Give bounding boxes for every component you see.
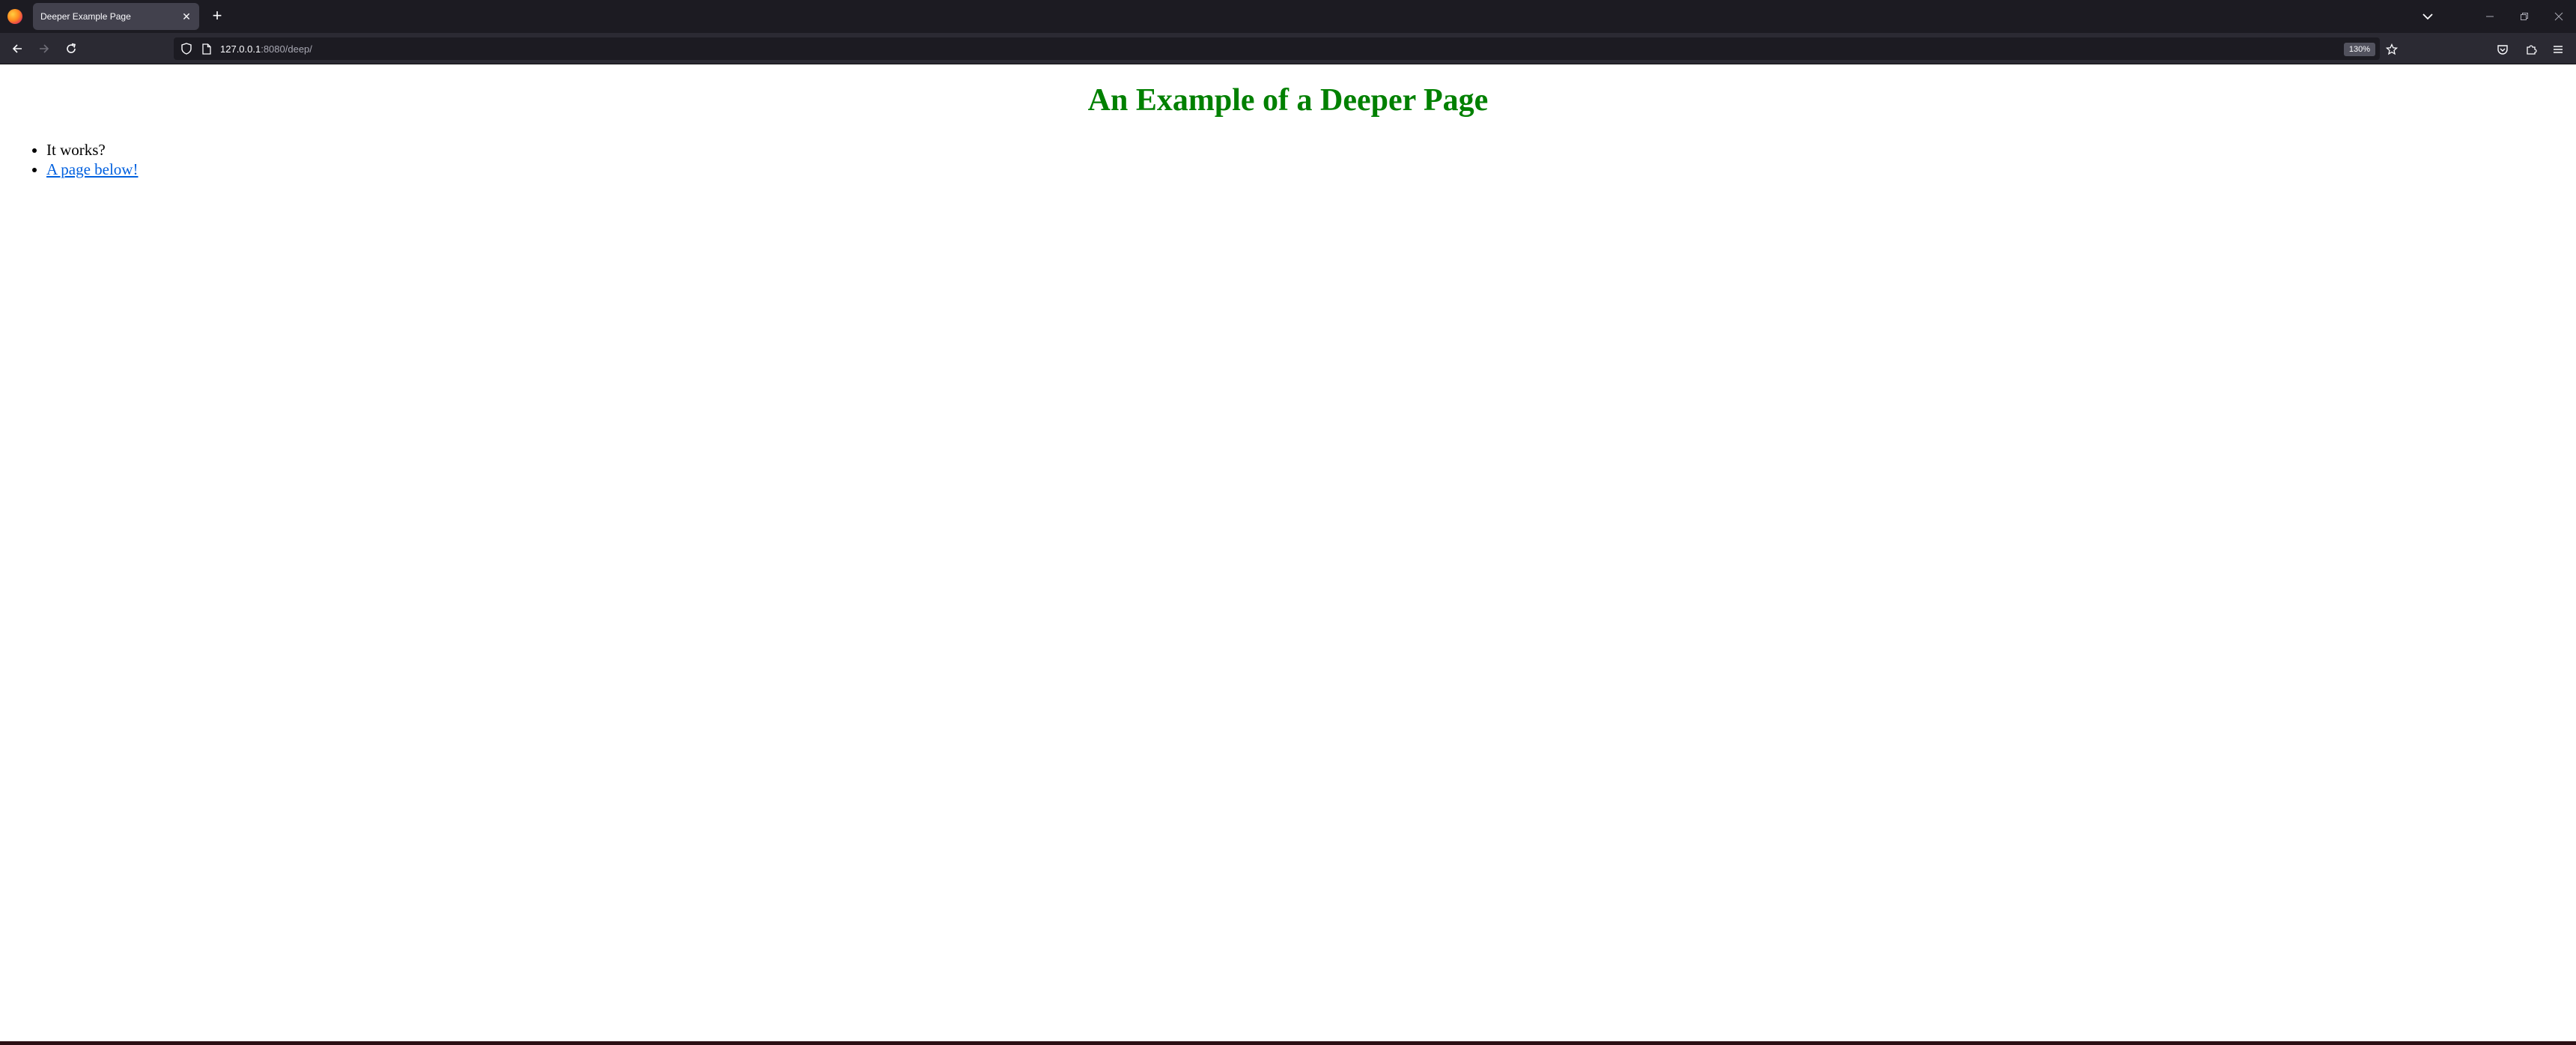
window-bottom-border: [0, 1041, 2576, 1045]
site-info-button[interactable]: [198, 37, 216, 60]
back-button[interactable]: [6, 37, 28, 60]
list-item: It works?: [46, 140, 138, 160]
tab-strip: Deeper Example Page ✕ +: [0, 0, 2576, 33]
puzzle-icon: [2527, 45, 2537, 55]
arrow-left-icon: [12, 44, 22, 53]
tracking-protection-button[interactable]: [175, 37, 198, 60]
restore-icon: [2521, 13, 2528, 20]
close-window-button[interactable]: [2542, 0, 2576, 33]
pocket-button[interactable]: [2491, 37, 2515, 61]
firefox-logo-icon[interactable]: [7, 9, 22, 24]
hamburger-menu-icon: [2554, 46, 2563, 53]
minimize-icon: [2486, 16, 2494, 17]
url-path: :8080/deep/: [261, 43, 312, 55]
reload-button[interactable]: [60, 37, 82, 60]
restore-button[interactable]: [2507, 0, 2542, 33]
url-text[interactable]: 127.0.0.1:8080/deep/: [220, 43, 312, 55]
page-below-link[interactable]: A page below!: [46, 160, 138, 178]
star-icon: [2386, 43, 2398, 55]
address-bar[interactable]: 127.0.0.1:8080/deep/: [174, 37, 2380, 60]
arrow-right-icon: [40, 44, 49, 53]
page-list: It works? A page below!: [0, 140, 138, 179]
url-host: 127.0.0.1: [220, 43, 261, 55]
page-icon: [202, 43, 211, 55]
tab-deeper-example-page[interactable]: Deeper Example Page ✕: [33, 3, 199, 30]
list-item: A page below!: [46, 160, 138, 179]
zoom-level-button[interactable]: 130%: [2344, 43, 2375, 56]
list-all-tabs-button[interactable]: [2417, 6, 2438, 27]
app-menu-button[interactable]: [2546, 37, 2570, 61]
navigation-toolbar: 127.0.0.1:8080/deep/: [0, 33, 2576, 64]
chevron-down-icon: [2422, 13, 2433, 20]
reload-icon: [67, 43, 76, 53]
tab-title: Deeper Example Page: [40, 11, 131, 22]
extensions-button[interactable]: [2519, 37, 2543, 61]
tab-close-icon[interactable]: ✕: [178, 8, 195, 25]
page-title: An Example of a Deeper Page: [1087, 83, 1489, 118]
minimize-button[interactable]: [2473, 0, 2507, 33]
shield-icon: [181, 43, 192, 55]
page-content: An Example of a Deeper Page It works? A …: [0, 65, 2576, 1041]
new-tab-button[interactable]: +: [207, 6, 228, 27]
bookmark-button[interactable]: [2381, 39, 2402, 60]
close-icon: [2554, 12, 2563, 21]
forward-button[interactable]: [33, 37, 55, 60]
list-item-text: It works?: [46, 141, 106, 159]
pocket-icon: [2497, 45, 2508, 55]
